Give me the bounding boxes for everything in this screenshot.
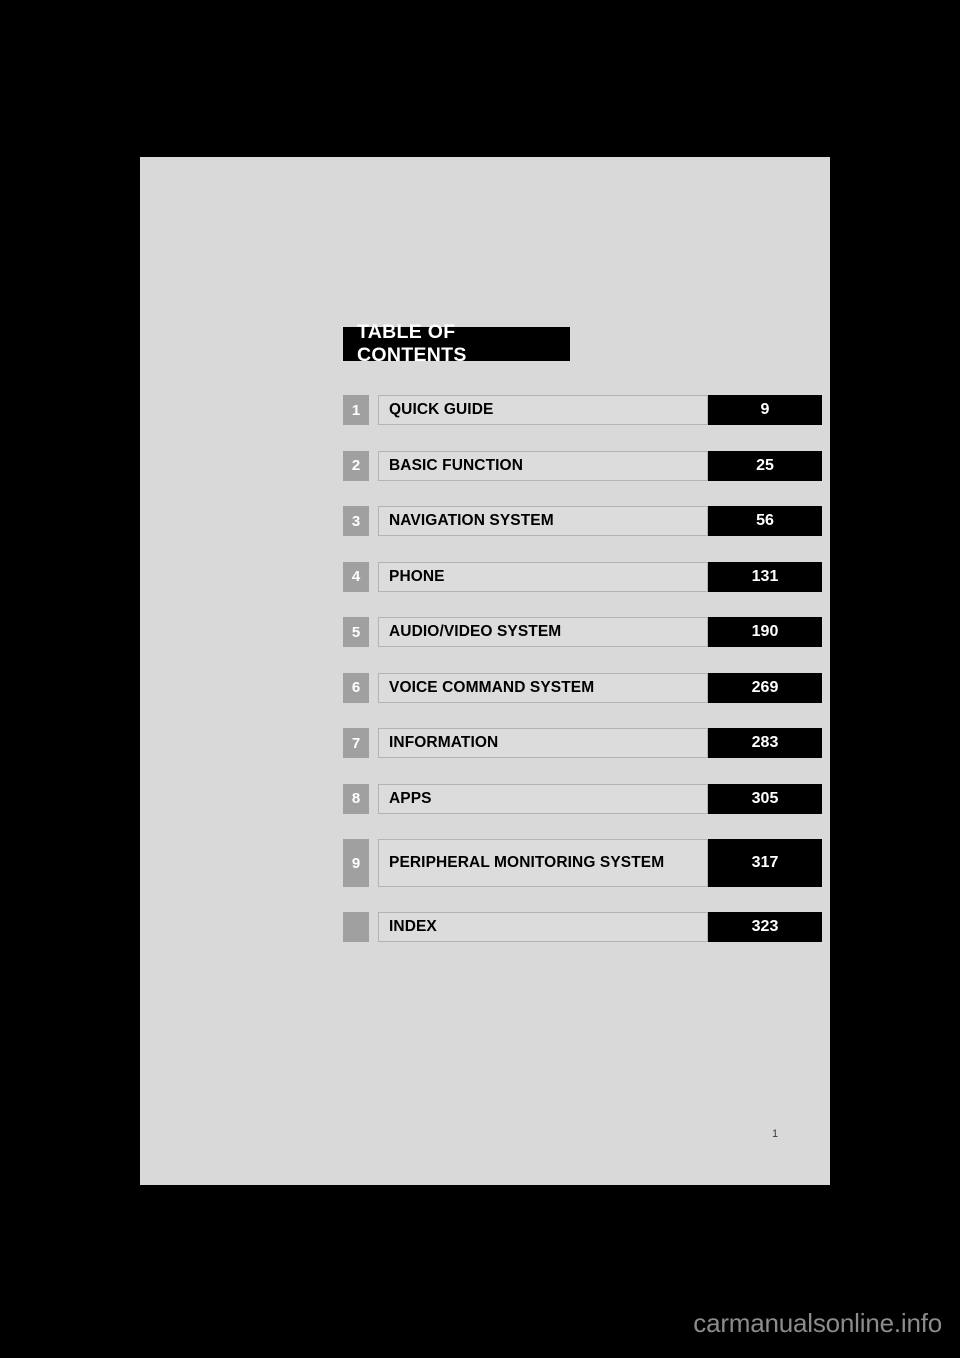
chapter-number-badge: 4 xyxy=(343,561,369,592)
entry-title: INFORMATION xyxy=(378,728,708,758)
chapter-number-badge: 7 xyxy=(343,728,369,758)
page-folio-number: 1 xyxy=(771,1128,779,1140)
entry-bar[interactable]: INDEX 323 xyxy=(378,912,822,942)
entry-bar[interactable]: PERIPHERAL MONITORING SYSTEM 317 xyxy=(378,839,822,887)
badge-spacer xyxy=(369,912,378,942)
chapter-number-badge xyxy=(343,912,369,942)
chapter-number-badge: 2 xyxy=(343,450,369,481)
entry-page-number: 190 xyxy=(708,617,822,647)
badge-spacer xyxy=(369,451,378,481)
entry-title: NAVIGATION SYSTEM xyxy=(378,506,708,536)
entry-bar[interactable]: PHONE 131 xyxy=(378,561,822,592)
entry-page-number: 323 xyxy=(708,912,822,942)
toc-entry-information[interactable]: 7 INFORMATION 283 xyxy=(343,728,822,758)
entry-title: QUICK GUIDE xyxy=(378,395,708,425)
toc-entry-voice-command-system[interactable]: 6 VOICE COMMAND SYSTEM 269 xyxy=(343,672,822,703)
table-of-contents-banner: TABLE OF CONTENTS xyxy=(343,321,570,366)
toc-entry-index[interactable]: INDEX 323 xyxy=(343,912,822,942)
toc-entry-navigation-system[interactable]: 3 NAVIGATION SYSTEM 56 xyxy=(343,506,822,536)
entry-bar[interactable]: QUICK GUIDE 9 xyxy=(378,395,822,425)
site-watermark: carmanualsonline.info xyxy=(693,1308,942,1338)
entry-page-number: 305 xyxy=(708,783,822,814)
toc-entry-phone[interactable]: 4 PHONE 131 xyxy=(343,561,822,592)
entry-title: INDEX xyxy=(378,912,708,942)
badge-spacer xyxy=(369,506,378,536)
table-of-contents-list: 1 QUICK GUIDE 9 2 BASIC FUNCTION 25 3 NA… xyxy=(343,395,822,968)
toc-entry-audio-video-system[interactable]: 5 AUDIO/VIDEO SYSTEM 190 xyxy=(343,617,822,647)
entry-title: APPS xyxy=(378,783,708,814)
entry-page-number: 131 xyxy=(708,561,822,592)
entry-bar[interactable]: APPS 305 xyxy=(378,783,822,814)
toc-entry-quick-guide[interactable]: 1 QUICK GUIDE 9 xyxy=(343,395,822,425)
entry-title: PHONE xyxy=(378,561,708,592)
badge-spacer xyxy=(369,728,378,758)
chapter-number-badge: 8 xyxy=(343,783,369,814)
badge-spacer xyxy=(369,395,378,425)
entry-bar[interactable]: VOICE COMMAND SYSTEM 269 xyxy=(378,672,822,703)
entry-page-number: 283 xyxy=(708,728,822,758)
badge-spacer xyxy=(369,562,378,592)
toc-entry-apps[interactable]: 8 APPS 305 xyxy=(343,783,822,814)
badge-spacer xyxy=(369,839,378,887)
badge-spacer xyxy=(369,784,378,814)
toc-entry-peripheral-monitoring-system[interactable]: 9 PERIPHERAL MONITORING SYSTEM 317 xyxy=(343,839,822,887)
entry-title: AUDIO/VIDEO SYSTEM xyxy=(378,617,708,647)
chapter-number-badge: 3 xyxy=(343,506,369,536)
banner-title-text: TABLE OF CONTENTS xyxy=(357,321,467,366)
badge-spacer xyxy=(369,673,378,703)
chapter-number-badge: 6 xyxy=(343,672,369,703)
chapter-number-badge: 1 xyxy=(343,395,369,425)
entry-bar[interactable]: NAVIGATION SYSTEM 56 xyxy=(378,506,822,536)
badge-spacer xyxy=(369,617,378,647)
chapter-number-badge: 9 xyxy=(343,839,369,887)
entry-page-number: 317 xyxy=(708,839,822,887)
entry-title: PERIPHERAL MONITORING SYSTEM xyxy=(378,839,708,887)
toc-entry-basic-function[interactable]: 2 BASIC FUNCTION 25 xyxy=(343,450,822,481)
entry-page-number: 269 xyxy=(708,672,822,703)
entry-title: VOICE COMMAND SYSTEM xyxy=(378,672,708,703)
entry-bar[interactable]: INFORMATION 283 xyxy=(378,728,822,758)
manual-page-sheet: TABLE OF CONTENTS 1 QUICK GUIDE 9 2 BASI… xyxy=(140,157,830,1185)
entry-page-number: 9 xyxy=(708,395,822,425)
entry-page-number: 25 xyxy=(708,450,822,481)
chapter-number-badge: 5 xyxy=(343,617,369,647)
entry-title: BASIC FUNCTION xyxy=(378,450,708,481)
entry-bar[interactable]: BASIC FUNCTION 25 xyxy=(378,450,822,481)
entry-bar[interactable]: AUDIO/VIDEO SYSTEM 190 xyxy=(378,617,822,647)
entry-page-number: 56 xyxy=(708,506,822,536)
